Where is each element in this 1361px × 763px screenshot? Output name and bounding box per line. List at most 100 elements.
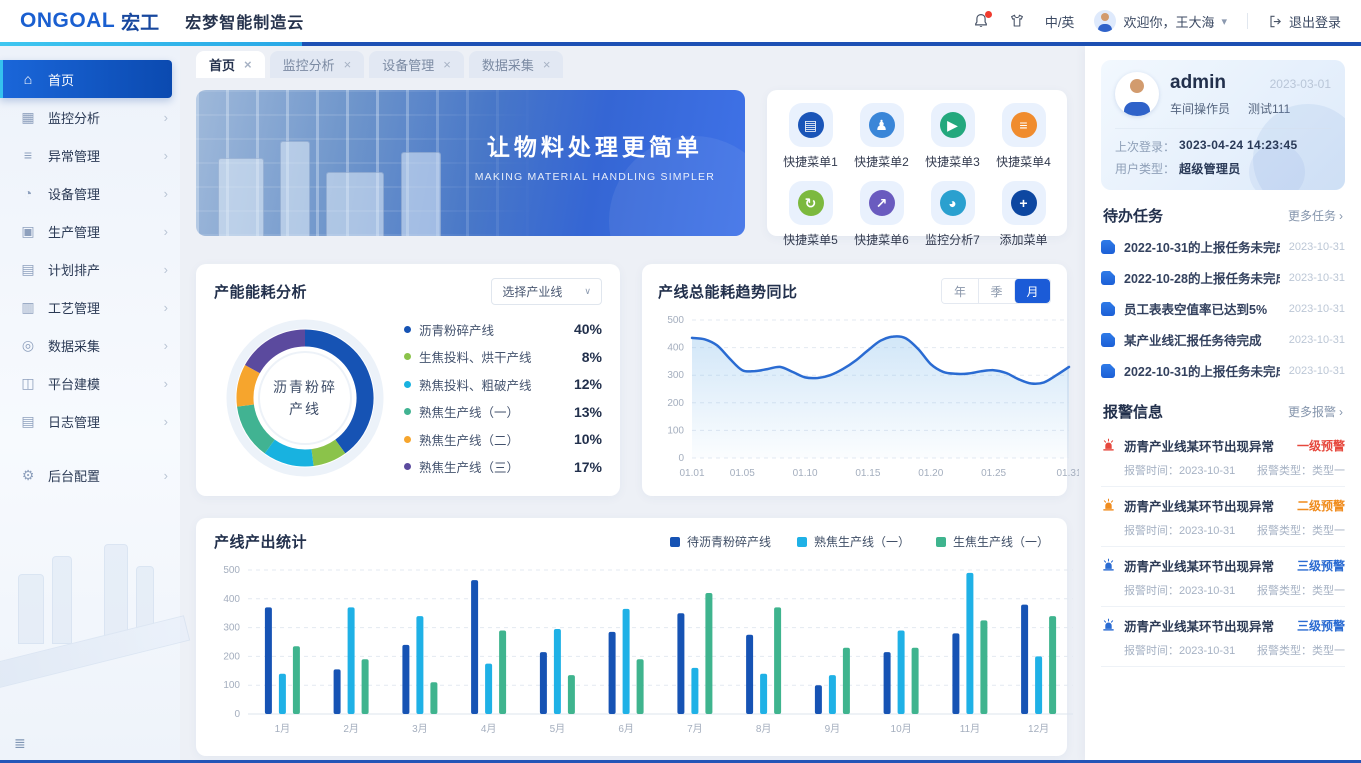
close-icon[interactable]: ×	[543, 57, 551, 72]
sidebar-item[interactable]: ▣ 生产管理 ›	[0, 212, 180, 250]
doc-icon: ▤	[798, 112, 824, 138]
legend-dot	[404, 353, 411, 360]
chevron-right-icon: ›	[164, 300, 168, 315]
quick-menu-item[interactable]: ♟ 快捷菜单2	[846, 103, 917, 170]
page-tab[interactable]: 设备管理 ×	[369, 51, 464, 78]
quick-menu-item[interactable]: ▤ 快捷菜单1	[775, 103, 846, 170]
line-selector-dropdown[interactable]: 选择产业线 ∨	[491, 278, 602, 305]
energy-analysis-card: 产能能耗分析 选择产业线 ∨ 沥青粉碎 产线	[196, 264, 620, 496]
alarm-list: 沥青产业线某环节出现异常 一级预警 报警时间：2023-10-31 报警类型：类…	[1101, 427, 1345, 667]
page-tab[interactable]: 首页 ×	[196, 51, 265, 78]
equipment-manage-icon: ◔	[20, 185, 36, 201]
todo-item[interactable]: 2022-10-28的上报任务未完成 2023-10-31	[1101, 262, 1345, 293]
quick-menu-item[interactable]: + 添加菜单	[988, 181, 1059, 248]
collapse-sidebar-icon[interactable]: ≣	[14, 735, 26, 752]
close-icon[interactable]: ×	[344, 57, 352, 72]
logout-button[interactable]: 退出登录	[1268, 12, 1341, 31]
quick-menu-label: 快捷菜单6	[846, 231, 917, 248]
last-login-value: 3023-04-24 14:23:45	[1179, 138, 1297, 155]
svg-text:500: 500	[667, 315, 684, 326]
chart-play-icon: ▶	[940, 112, 966, 138]
worker-icon: ♟	[869, 112, 895, 138]
alarm-item[interactable]: 沥青产业线某环节出现异常 一级预警 报警时间：2023-10-31 报警类型：类…	[1101, 427, 1345, 487]
alarm-item[interactable]: 沥青产业线某环节出现异常 三级预警 报警时间：2023-10-31 报警类型：类…	[1101, 547, 1345, 607]
svg-text:11月: 11月	[960, 723, 980, 735]
sidebar-item-label: 生产管理	[48, 222, 100, 241]
period-toggle[interactable]: 年	[942, 279, 978, 303]
quick-menu-item[interactable]: ▶ 快捷菜单3	[917, 103, 988, 170]
backend-config-icon: ⚙	[20, 467, 36, 484]
chevron-right-icon: ›	[164, 376, 168, 391]
task-doc-icon	[1101, 271, 1115, 285]
quick-menu-item[interactable]: ◕ 监控分析7	[917, 181, 988, 248]
sidebar-item-label: 工艺管理	[48, 298, 100, 317]
todo-item[interactable]: 2022-10-31的上报任务未完成 2023-10-31	[1101, 355, 1345, 386]
user-info-card: admin 2023-03-01 车间操作员 测试111 上次登录： 3023-…	[1101, 60, 1345, 190]
sidebar-item-label: 后台配置	[48, 466, 100, 485]
alarm-item[interactable]: 沥青产业线某环节出现异常 三级预警 报警时间：2023-10-31 报警类型：类…	[1101, 607, 1345, 667]
alarm-item[interactable]: 沥青产业线某环节出现异常 二级预警 报警时间：2023-10-31 报警类型：类…	[1101, 487, 1345, 547]
sidebar-item[interactable]: ▥ 工艺管理 ›	[0, 288, 180, 326]
svg-text:200: 200	[223, 651, 240, 662]
plan-schedule-icon: ▤	[20, 261, 36, 278]
chevron-right-icon: ›	[1339, 209, 1343, 223]
sidebar-item[interactable]: ▤ 日志管理 ›	[0, 402, 180, 440]
sidebar-item[interactable]: ⌂ 首页	[0, 60, 172, 98]
sidebar-item-label: 设备管理	[48, 184, 100, 203]
bar-chart-legend: 待沥青粉碎产线 熟焦生产线（一） 生焦生产线（一）	[670, 533, 1049, 550]
todo-item[interactable]: 员工表表空值率已达到5% 2023-10-31	[1101, 293, 1345, 324]
close-icon[interactable]: ×	[443, 57, 451, 72]
legend-item: 熟焦生产线（二） 10%	[404, 430, 602, 449]
task-doc-icon	[1101, 302, 1115, 316]
monitor-analysis-icon: ▦	[20, 109, 36, 126]
siren-icon	[1101, 498, 1116, 513]
sidebar-item[interactable]: ⚙ 后台配置 ›	[0, 456, 180, 494]
app-title: 宏梦智能制造云	[185, 9, 304, 33]
chevron-right-icon: ›	[164, 338, 168, 353]
sidebar-item[interactable]: ◫ 平台建模 ›	[0, 364, 180, 402]
sidebar-item[interactable]: ◎ 数据采集 ›	[0, 326, 180, 364]
quick-menu-item[interactable]: ↻ 快捷菜单5	[775, 181, 846, 248]
user-menu[interactable]: 欢迎你，王大海 ▾	[1094, 10, 1227, 32]
quick-menu-label: 快捷菜单3	[917, 153, 988, 170]
svg-text:0: 0	[234, 709, 240, 720]
ongoal-logo: ONGOAL	[20, 9, 115, 33]
page-tab[interactable]: 数据采集 ×	[469, 51, 564, 78]
more-tasks-link[interactable]: 更多任务 ›	[1288, 207, 1343, 224]
theme-skin-icon[interactable]	[1009, 13, 1025, 29]
period-toggle[interactable]: 月	[1014, 279, 1050, 303]
line-output-card: 产线产出统计 待沥青粉碎产线 熟焦生产线（一）	[196, 518, 1067, 756]
more-alarms-link[interactable]: 更多报警 ›	[1288, 403, 1343, 420]
close-icon[interactable]: ×	[244, 57, 252, 72]
notification-bell-icon[interactable]	[973, 13, 989, 29]
user-avatar	[1094, 10, 1116, 32]
banner-title: 让物料处理更简单	[475, 128, 715, 162]
svg-text:2月: 2月	[343, 723, 359, 735]
user-name: admin	[1170, 72, 1226, 94]
period-toggle-group: 年 季 月	[941, 278, 1051, 304]
svg-text:100: 100	[223, 680, 240, 691]
sidebar-item[interactable]: ◔ 设备管理 ›	[0, 174, 180, 212]
sidebar-item[interactable]: ▦ 监控分析 ›	[0, 98, 180, 136]
bar-legend-item: 生焦生产线（一）	[936, 533, 1049, 550]
sidebar-item[interactable]: ▤ 计划排产 ›	[0, 250, 180, 288]
legend-dot	[404, 463, 411, 470]
svg-text:100: 100	[667, 425, 684, 436]
quick-menu-item[interactable]: ↗ 快捷菜单6	[846, 181, 917, 248]
selector-value: 选择产业线	[502, 283, 562, 300]
period-toggle[interactable]: 季	[978, 279, 1014, 303]
sidebar-item[interactable]: ≡ 异常管理 ›	[0, 136, 180, 174]
svg-text:8月: 8月	[756, 723, 772, 735]
legend-dot	[404, 408, 411, 415]
svg-text:01.15: 01.15	[855, 468, 880, 479]
quick-menu-item[interactable]: ≡ 快捷菜单4	[988, 103, 1059, 170]
todo-item[interactable]: 某产业线汇报任务待完成 2023-10-31	[1101, 324, 1345, 355]
user-role: 车间操作员	[1170, 100, 1230, 117]
todo-item[interactable]: 2022-10-31的上报任务未完成 2023-10-31	[1101, 231, 1345, 262]
svg-text:7月: 7月	[687, 723, 703, 735]
tab-label: 监控分析	[283, 55, 335, 74]
quick-menu-label: 快捷菜单2	[846, 153, 917, 170]
language-toggle[interactable]: 中/英	[1045, 12, 1075, 31]
select-caret-icon: ∨	[584, 286, 591, 297]
page-tab[interactable]: 监控分析 ×	[270, 51, 365, 78]
